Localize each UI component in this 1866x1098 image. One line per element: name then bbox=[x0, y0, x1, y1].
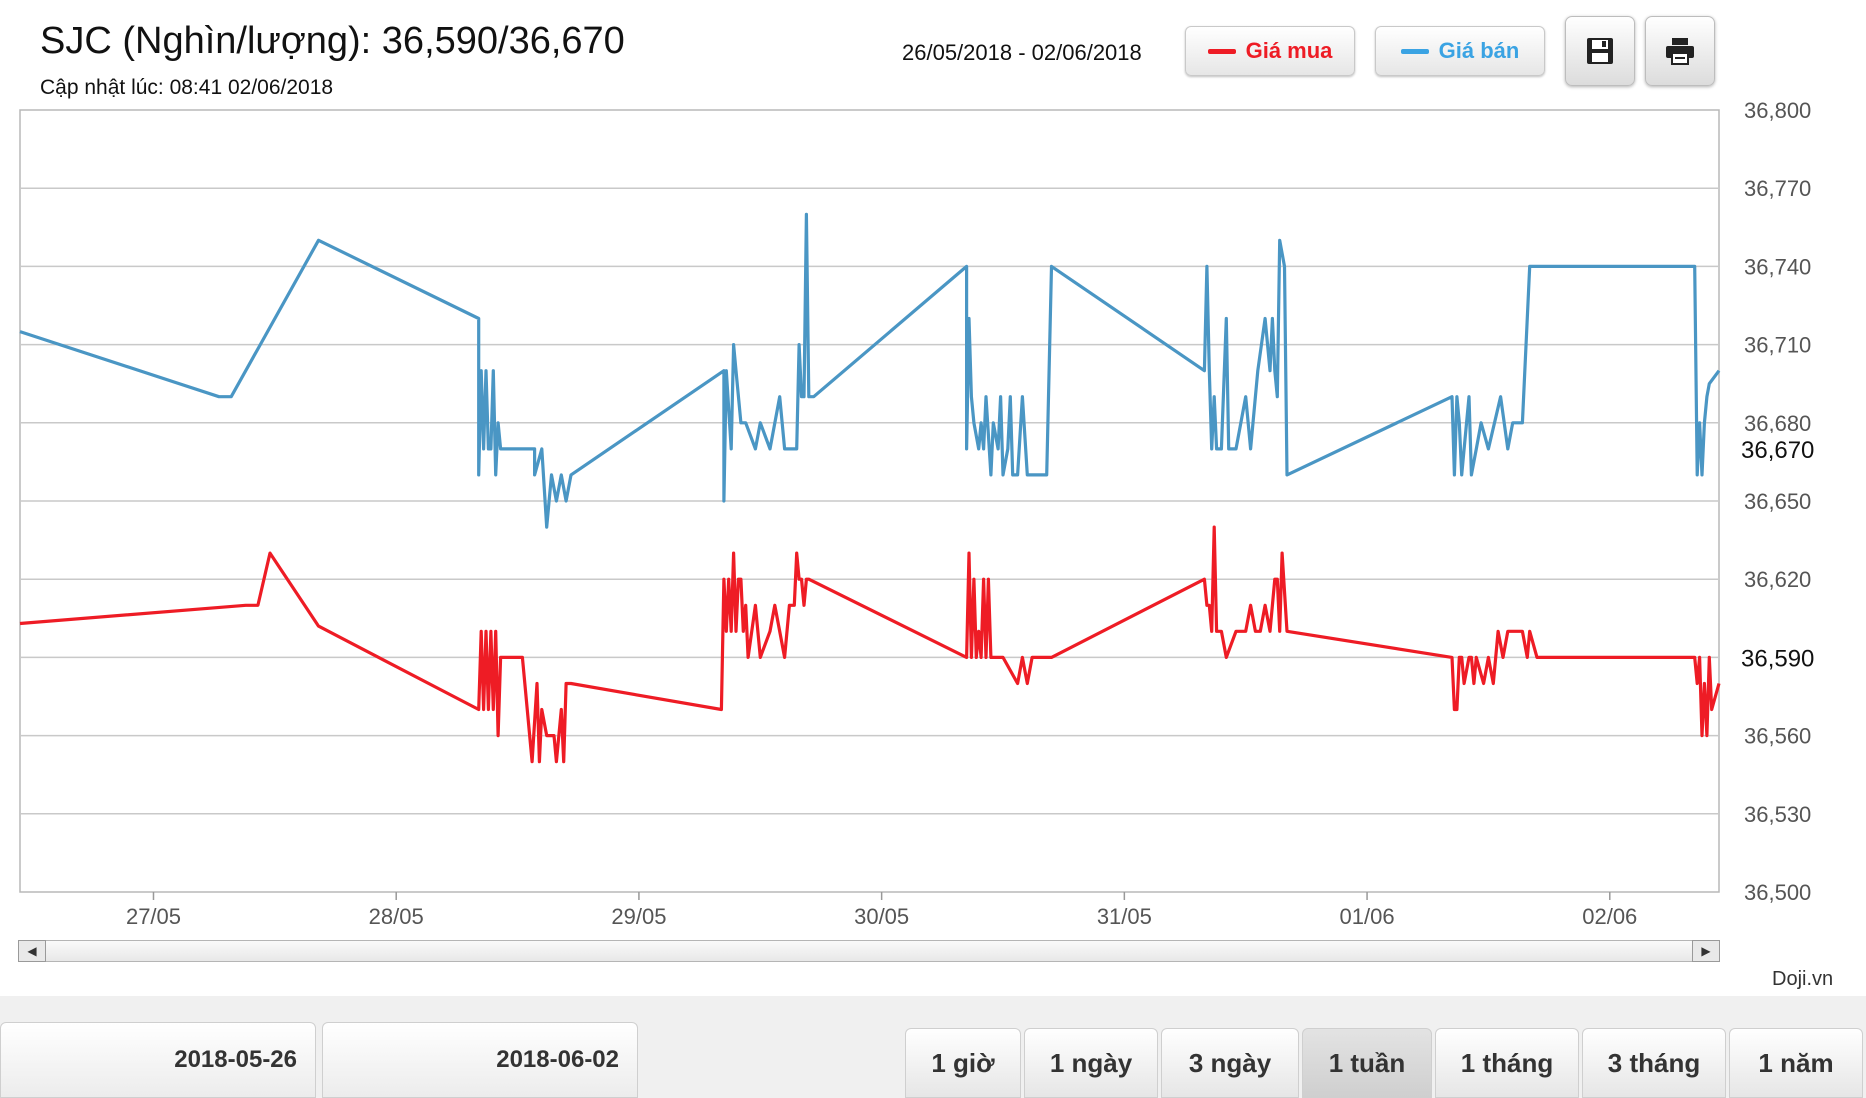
x-tick-label: 02/06 bbox=[1582, 904, 1637, 929]
period-1-hour-button[interactable]: 1 giờ bbox=[905, 1028, 1021, 1098]
y-tick-label: 36,620 bbox=[1744, 567, 1811, 592]
x-tick-label: 30/05 bbox=[854, 904, 909, 929]
y-tick-label: 36,740 bbox=[1744, 254, 1811, 279]
x-tick-label: 01/06 bbox=[1340, 904, 1395, 929]
current-price-label: 36,590 bbox=[1741, 645, 1814, 672]
period-1-month-button[interactable]: 1 tháng bbox=[1435, 1028, 1579, 1098]
date-to-field[interactable]: 2018-06-02 bbox=[322, 1022, 638, 1098]
period-3-months-button[interactable]: 3 tháng bbox=[1582, 1028, 1726, 1098]
scroll-right-button[interactable]: ▶ bbox=[1692, 940, 1720, 962]
period-1-year-button[interactable]: 1 năm bbox=[1729, 1028, 1863, 1098]
y-tick-label: 36,680 bbox=[1744, 411, 1811, 436]
period-1-week-button[interactable]: 1 tuần bbox=[1302, 1028, 1432, 1098]
y-tick-label: 36,560 bbox=[1744, 724, 1811, 749]
y-tick-label: 36,530 bbox=[1744, 802, 1811, 827]
period-3-days-button[interactable]: 3 ngày bbox=[1161, 1028, 1299, 1098]
date-from-field[interactable]: 2018-05-26 bbox=[0, 1022, 316, 1098]
x-tick-label: 29/05 bbox=[611, 904, 666, 929]
y-tick-label: 36,650 bbox=[1744, 489, 1811, 514]
y-tick-label: 36,800 bbox=[1744, 98, 1811, 123]
x-tick-label: 31/05 bbox=[1097, 904, 1152, 929]
y-tick-label: 36,500 bbox=[1744, 880, 1811, 905]
scroll-left-button[interactable]: ◀ bbox=[18, 940, 46, 962]
arrow-left-icon: ◀ bbox=[27, 944, 37, 958]
y-tick-label: 36,770 bbox=[1744, 176, 1811, 201]
chart-scrollbar[interactable]: ◀ ▶ bbox=[18, 940, 1720, 962]
period-1-day-button[interactable]: 1 ngày bbox=[1024, 1028, 1158, 1098]
x-tick-label: 28/05 bbox=[369, 904, 424, 929]
source-credit: Doji.vn bbox=[1772, 968, 1834, 990]
arrow-right-icon: ▶ bbox=[1701, 944, 1711, 958]
price-chart: 36,800 36,770 36,740 36,710 36,680 36,650 36,6… bbox=[19, 98, 1853, 929]
current-price-label: 36,670 bbox=[1741, 437, 1814, 464]
x-tick-label: 27/05 bbox=[126, 904, 181, 929]
y-tick-label: 36,710 bbox=[1744, 333, 1811, 358]
